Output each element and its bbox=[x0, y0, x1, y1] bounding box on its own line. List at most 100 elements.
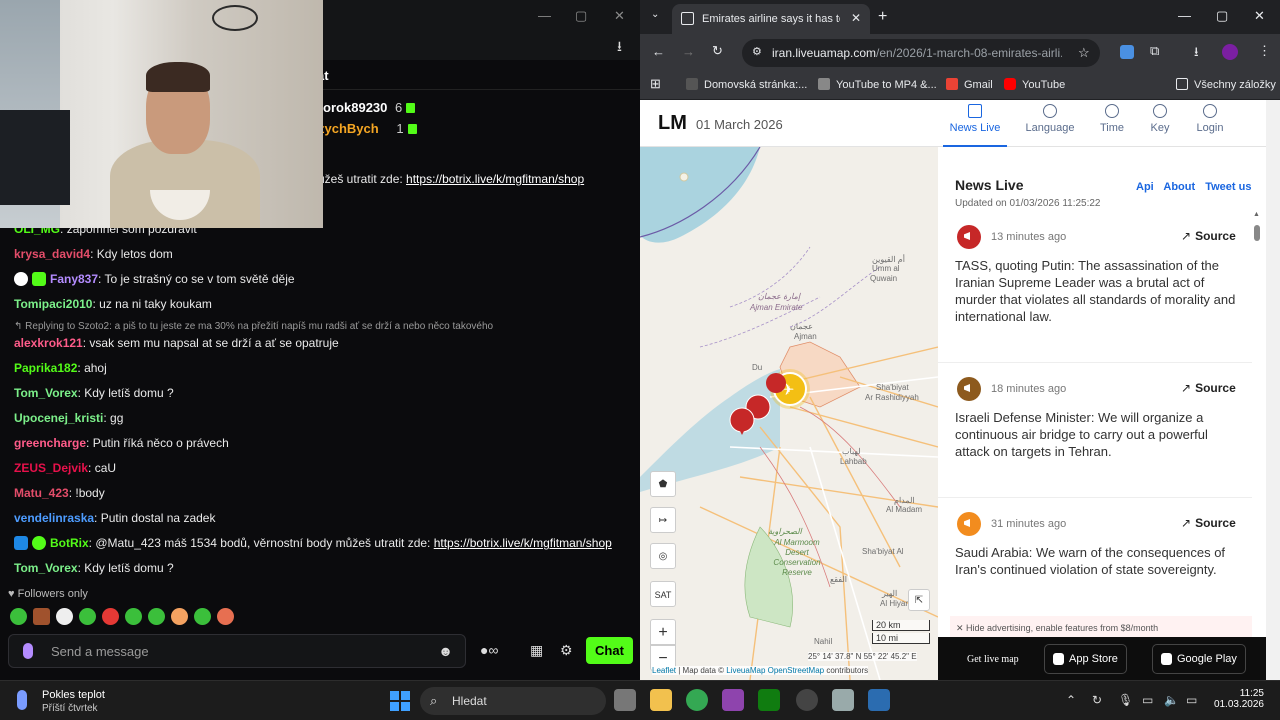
emote-icon[interactable] bbox=[56, 608, 73, 625]
draw-polygon-icon[interactable]: ⬟ bbox=[650, 471, 676, 497]
apps-grid-icon[interactable]: ⊞ bbox=[650, 76, 661, 92]
thermometer-icon[interactable] bbox=[17, 690, 27, 710]
username[interactable]: Fany837 bbox=[50, 272, 98, 286]
file-explorer-icon[interactable] bbox=[650, 689, 672, 711]
download-icon[interactable]: ⭳ bbox=[1194, 43, 1199, 65]
bookmark-item[interactable]: YouTube to MP4 &... bbox=[818, 78, 937, 91]
forward-icon[interactable]: → bbox=[682, 44, 695, 59]
tab-search-icon[interactable]: ⌄ bbox=[651, 9, 659, 20]
username[interactable]: greencharge bbox=[14, 436, 86, 450]
sync-icon[interactable]: ↻ bbox=[1092, 693, 1102, 707]
source-link[interactable]: Source bbox=[1181, 381, 1236, 395]
minimize-icon[interactable]: — bbox=[538, 8, 551, 23]
username[interactable]: vendelinraska bbox=[14, 511, 94, 525]
emoji-icon[interactable]: ☻ bbox=[438, 643, 453, 659]
hide-markers-icon[interactable]: ◎ bbox=[650, 543, 676, 569]
microphone-icon[interactable]: 🎙 bbox=[1118, 693, 1133, 707]
menu-icon[interactable]: ⋮ bbox=[1258, 43, 1271, 59]
volume-icon[interactable]: 🔈 bbox=[1164, 693, 1179, 707]
all-bookmarks[interactable]: Všechny záložky bbox=[1176, 78, 1276, 91]
scroll-up-icon[interactable]: ▲ bbox=[1253, 211, 1260, 218]
bookmark-item[interactable]: YouTube bbox=[1004, 78, 1065, 91]
map-view[interactable]: ✈ أم القيوين Umm al Quwain إمارة عجمان A… bbox=[640, 147, 938, 680]
bookmark-item[interactable]: Gmail bbox=[946, 78, 993, 91]
username[interactable]: Tom_Vorex bbox=[14, 561, 78, 575]
source-link[interactable]: Source bbox=[1181, 229, 1236, 243]
chat-input[interactable]: Send a message ☻ bbox=[8, 634, 466, 668]
measure-icon[interactable]: ↦ bbox=[650, 507, 676, 533]
reload-icon[interactable]: ↻ bbox=[712, 43, 723, 59]
minimize-icon[interactable]: — bbox=[1178, 8, 1191, 23]
chat-send-button[interactable]: Chat bbox=[586, 637, 633, 664]
leaflet-link[interactable]: Leaflet bbox=[652, 666, 676, 675]
extension-icon[interactable] bbox=[1120, 45, 1134, 59]
active-tab[interactable]: Emirates airline says it has temp ✕ bbox=[672, 4, 870, 34]
battery-icon[interactable]: ▭ bbox=[1186, 693, 1197, 707]
store-icon[interactable]: ▦ bbox=[530, 642, 543, 659]
address-bar[interactable]: ⚙ iran.liveuamap.com/en/2026/1-march-08-… bbox=[742, 39, 1100, 67]
leaderboard-item[interactable]: zychBych 1 bbox=[318, 121, 417, 136]
app-icon[interactable] bbox=[868, 689, 890, 711]
task-view-icon[interactable] bbox=[614, 689, 636, 711]
emote-icon[interactable] bbox=[125, 608, 142, 625]
points-icon[interactable]: ●∞ bbox=[480, 642, 498, 658]
username[interactable]: krysa_david4 bbox=[14, 247, 90, 261]
username[interactable]: Paprika182 bbox=[14, 361, 77, 375]
page-scrollbar[interactable] bbox=[1266, 100, 1280, 680]
about-link[interactable]: About bbox=[1163, 181, 1195, 193]
reply-context[interactable]: ↰ Replying to Szoto2: a piš to tu jeste … bbox=[14, 321, 493, 332]
app-store-button[interactable]: App Store bbox=[1044, 644, 1127, 674]
steam-icon[interactable] bbox=[796, 689, 818, 711]
nav-login[interactable]: Login bbox=[1178, 104, 1242, 134]
emote-icon[interactable] bbox=[10, 608, 27, 625]
settings-icon[interactable] bbox=[832, 689, 854, 711]
username[interactable]: Tom_Vorex bbox=[14, 386, 78, 400]
weather-subtitle[interactable]: Příští čtvrtek bbox=[42, 703, 98, 714]
microphone-icon[interactable] bbox=[23, 643, 33, 659]
feed-scrollbar[interactable]: ▲ bbox=[1253, 211, 1260, 637]
satellite-toggle-button[interactable]: SAT bbox=[650, 581, 676, 607]
google-play-button[interactable]: Google Play bbox=[1152, 644, 1246, 674]
close-icon[interactable]: ✕ bbox=[1254, 8, 1265, 24]
taskbar-search[interactable]: ⌕ Hledat bbox=[420, 687, 606, 715]
settings-icon[interactable]: ⚙ bbox=[560, 642, 573, 659]
maximize-icon[interactable]: ▢ bbox=[575, 8, 587, 24]
message-link[interactable]: https://botrix.live/k/mgfitman/shop bbox=[434, 536, 612, 550]
site-info-icon[interactable]: ⚙ bbox=[752, 45, 762, 58]
emote-icon[interactable] bbox=[33, 608, 50, 625]
leaderboard-item[interactable]: rorok89230 6 bbox=[318, 100, 416, 115]
app-icon[interactable] bbox=[722, 689, 744, 711]
xbox-icon[interactable] bbox=[758, 689, 780, 711]
tray-overflow-icon[interactable]: ⌃ bbox=[1066, 693, 1076, 707]
hide-ads-banner[interactable]: ✕ Hide advertising, enable features from… bbox=[950, 616, 1252, 638]
emote-icon[interactable] bbox=[102, 608, 119, 625]
emote-icon[interactable] bbox=[148, 608, 165, 625]
profile-avatar[interactable] bbox=[1222, 44, 1238, 60]
start-button[interactable] bbox=[390, 691, 410, 711]
username[interactable]: alexkrok121 bbox=[14, 336, 83, 350]
network-icon[interactable]: ▭ bbox=[1142, 693, 1153, 707]
extensions-puzzle-icon[interactable]: ⧉ bbox=[1150, 43, 1159, 59]
username[interactable]: Tomipaci2010 bbox=[14, 297, 92, 311]
nav-language[interactable]: Language bbox=[1018, 104, 1082, 134]
emote-icon[interactable] bbox=[79, 608, 96, 625]
emote-icon[interactable] bbox=[194, 608, 211, 625]
osm-link[interactable]: LiveuaMap OpenStreetMap bbox=[726, 666, 824, 675]
liveuamap-logo[interactable]: LM bbox=[658, 112, 687, 135]
username[interactable]: ZEUS_Dejvik bbox=[14, 461, 88, 475]
bookmark-star-icon[interactable]: ☆ bbox=[1078, 45, 1090, 61]
close-icon[interactable]: ✕ bbox=[614, 8, 625, 24]
chrome-icon[interactable] bbox=[686, 689, 708, 711]
username[interactable]: Upocenej_kristi bbox=[14, 411, 103, 425]
message-link[interactable]: https://botrix.live/k/mgfitman/shop bbox=[406, 172, 584, 186]
new-tab-icon[interactable]: + bbox=[878, 8, 887, 26]
nav-news-live[interactable]: News Live bbox=[943, 104, 1007, 147]
username[interactable]: Matu_423 bbox=[14, 486, 69, 500]
tweet-us-link[interactable]: Tweet us bbox=[1205, 181, 1251, 193]
source-link[interactable]: Source bbox=[1181, 516, 1236, 530]
collapse-icon[interactable]: ⇱ bbox=[908, 589, 930, 611]
weather-title[interactable]: Pokles teplot bbox=[42, 689, 105, 701]
emote-icon[interactable] bbox=[217, 608, 234, 625]
api-link[interactable]: Api bbox=[1136, 181, 1154, 193]
bookmark-item[interactable]: Domovská stránka:... bbox=[686, 78, 807, 91]
